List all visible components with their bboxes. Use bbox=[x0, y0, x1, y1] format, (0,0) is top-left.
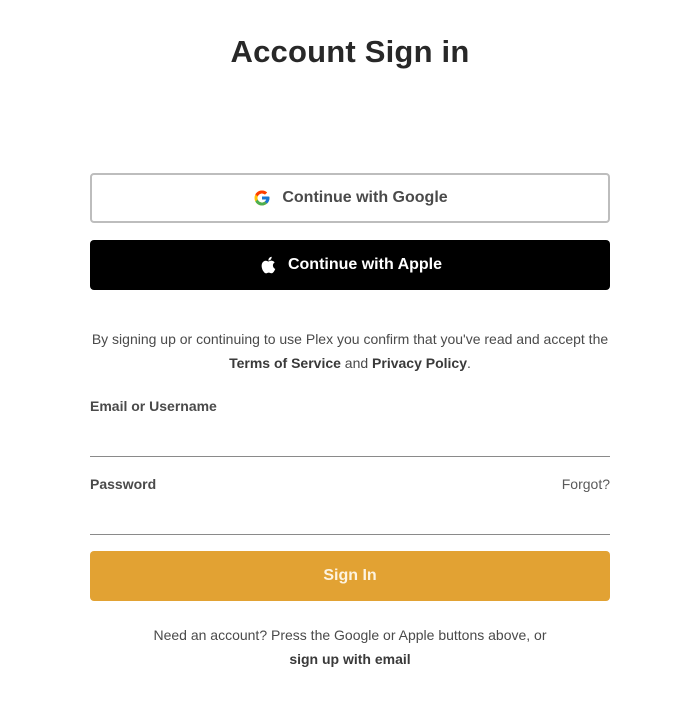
continue-with-google-button[interactable]: Continue with Google bbox=[90, 173, 610, 223]
legal-text-after: . bbox=[467, 355, 471, 371]
sign-in-label: Sign In bbox=[323, 567, 377, 584]
legal-notice: By signing up or continuing to use Plex … bbox=[90, 327, 610, 375]
legal-text-before: By signing up or continuing to use Plex … bbox=[91, 331, 609, 347]
continue-with-apple-label: Continue with Apple bbox=[287, 256, 443, 273]
email-or-username-label: Email or Username bbox=[90, 398, 217, 414]
signup-prompt: Need an account? Press the Google or App… bbox=[90, 623, 610, 671]
privacy-policy-link[interactable]: Privacy Policy bbox=[372, 355, 467, 371]
password-label: Password bbox=[90, 476, 157, 492]
continue-with-apple-button[interactable]: Continue with Apple bbox=[90, 240, 610, 290]
sign-in-button[interactable]: Sign In bbox=[90, 551, 610, 601]
password-input[interactable] bbox=[90, 505, 610, 535]
sign-up-with-email-link[interactable]: sign up with email bbox=[289, 651, 410, 667]
google-g-icon bbox=[252, 188, 272, 208]
forgot-password-link[interactable]: Forgot? bbox=[562, 476, 610, 492]
terms-of-service-link[interactable]: Terms of Service bbox=[229, 355, 341, 371]
apple-icon bbox=[258, 255, 278, 275]
signup-prompt-text: Need an account? Press the Google or App… bbox=[153, 627, 547, 643]
continue-with-google-label: Continue with Google bbox=[282, 189, 448, 206]
email-or-username-input[interactable] bbox=[90, 427, 610, 457]
page-title: Account Sign in bbox=[230, 34, 470, 69]
legal-conjunction: and bbox=[340, 355, 373, 371]
